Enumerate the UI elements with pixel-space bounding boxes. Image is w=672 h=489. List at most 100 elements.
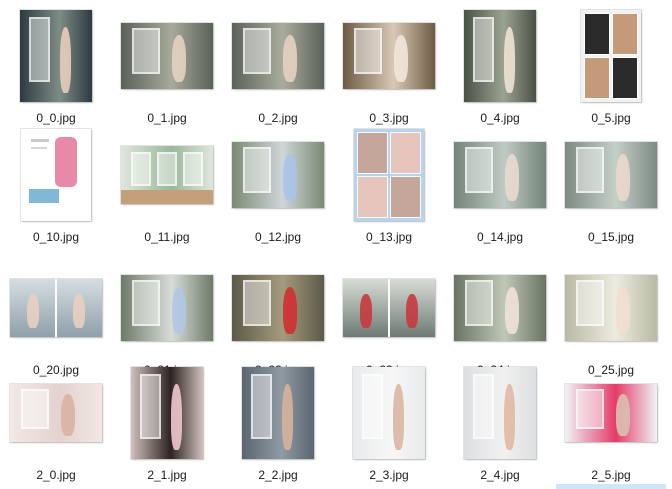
floor-shape <box>121 190 213 204</box>
image-thumbnail <box>343 279 435 337</box>
collage-tile <box>391 177 420 217</box>
figure-shape <box>282 153 298 202</box>
figure-shape <box>615 286 631 335</box>
thumbnail-frame <box>555 363 667 463</box>
window-shape <box>576 147 604 194</box>
thumbnail-frame <box>111 6 223 106</box>
figure-shape <box>59 26 72 93</box>
file-item[interactable]: 2_0.jpg <box>0 363 112 485</box>
figure-shape <box>503 383 516 450</box>
image-thumbnail <box>464 367 536 459</box>
image-thumbnail <box>232 142 324 208</box>
file-item[interactable]: 2_3.jpg <box>333 363 445 485</box>
thumbnail-frame <box>222 363 334 463</box>
image-thumbnail <box>565 142 657 208</box>
file-item[interactable]: 0_15.jpg <box>555 125 667 247</box>
product-text-line <box>31 139 49 142</box>
file-item[interactable]: 0_12.jpg <box>222 125 334 247</box>
file-name-label: 0_2.jpg <box>258 111 298 125</box>
file-item[interactable]: 0_25.jpg <box>555 258 667 380</box>
figure-shape <box>615 394 631 437</box>
thumbnail-frame <box>444 6 556 106</box>
image-thumbnail <box>454 275 546 341</box>
file-name-label: 2_0.jpg <box>36 468 76 482</box>
figure-shape <box>360 293 372 329</box>
window-shape <box>132 28 160 75</box>
thumbnail-frame <box>555 6 667 106</box>
file-name-label: 0_0.jpg <box>36 111 76 125</box>
file-item[interactable]: 0_21.jpg <box>111 258 223 380</box>
file-item[interactable]: 2_1.jpg <box>111 363 223 485</box>
figure-shape <box>282 286 298 335</box>
file-item[interactable]: 0_11.jpg <box>111 125 223 247</box>
file-name-label: 0_3.jpg <box>369 111 409 125</box>
collage-tile <box>585 58 609 98</box>
file-item[interactable]: 0_10.jpg <box>0 125 112 247</box>
figure-shape <box>281 383 294 450</box>
figure-shape <box>504 286 520 335</box>
product-box <box>29 189 59 203</box>
file-name-label: 0_4.jpg <box>480 111 520 125</box>
file-item[interactable]: 0_23.jpg <box>333 258 445 380</box>
window-shape <box>28 17 51 82</box>
file-item[interactable]: 2_4.jpg <box>444 363 556 485</box>
file-item[interactable]: 0_2.jpg <box>222 6 334 128</box>
image-thumbnail <box>242 367 314 459</box>
thumbnail-frame <box>333 125 445 225</box>
thumbnail-frame <box>111 363 223 463</box>
image-thumbnail <box>10 279 102 337</box>
file-name-label: 0_13.jpg <box>365 230 413 244</box>
collage-tile <box>391 133 420 173</box>
file-name-label: 0_5.jpg <box>591 111 631 125</box>
window-shape <box>243 280 271 327</box>
window-shape <box>21 388 49 430</box>
thumbnail-frame <box>0 363 112 463</box>
image-thumbnail <box>232 23 324 89</box>
window-shape <box>465 147 493 194</box>
file-item[interactable]: 0_14.jpg <box>444 125 556 247</box>
image-thumbnail <box>565 384 657 442</box>
file-name-label: 0_1.jpg <box>147 111 187 125</box>
file-item[interactable]: 0_1.jpg <box>111 6 223 128</box>
window-shape <box>183 152 203 186</box>
file-item[interactable]: 0_4.jpg <box>444 6 556 128</box>
collage-tile <box>585 14 609 54</box>
window-shape <box>157 152 177 186</box>
image-thumbnail <box>131 367 203 459</box>
file-item[interactable]: 0_24.jpg <box>444 258 556 380</box>
thumbnail-frame <box>0 6 112 106</box>
image-thumbnail <box>232 275 324 341</box>
file-item[interactable]: 0_20.jpg <box>0 258 112 380</box>
figure-shape <box>392 383 405 450</box>
file-item[interactable]: 2_5.jpg <box>555 363 667 485</box>
thumbnail-frame <box>555 125 667 225</box>
thumbnail-frame <box>0 258 112 358</box>
figure-shape <box>170 383 183 450</box>
window-shape <box>243 147 271 194</box>
image-thumbnail <box>10 384 102 442</box>
image-thumbnail <box>20 10 92 102</box>
file-item[interactable]: 0_22.jpg <box>222 258 334 380</box>
file-item[interactable]: 0_13.jpg <box>333 125 445 247</box>
image-thumbnail <box>121 146 213 204</box>
figure-shape <box>393 34 409 83</box>
collage-tile <box>613 58 637 98</box>
selection-highlight <box>556 484 666 489</box>
window-shape <box>472 17 495 82</box>
product-bottle <box>55 137 77 187</box>
thumbnail-frame <box>222 125 334 225</box>
file-item[interactable]: 2_2.jpg <box>222 363 334 485</box>
collage-tile <box>358 133 387 173</box>
file-item[interactable]: 0_5.jpg <box>555 6 667 128</box>
file-name-label: 0_12.jpg <box>254 230 302 244</box>
image-thumbnail <box>121 275 213 341</box>
figure-shape <box>504 153 520 202</box>
file-item[interactable]: 0_3.jpg <box>333 6 445 128</box>
file-name-label: 2_3.jpg <box>369 468 409 482</box>
collage-tile <box>613 14 637 54</box>
thumbnail-frame <box>111 258 223 358</box>
file-item[interactable]: 0_0.jpg <box>0 6 112 128</box>
image-thumbnail <box>464 10 536 102</box>
file-name-label: 0_14.jpg <box>476 230 524 244</box>
image-thumbnail <box>21 129 91 221</box>
